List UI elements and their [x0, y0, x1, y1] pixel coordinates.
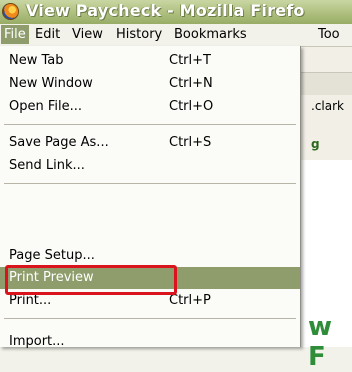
menu-item-new-window[interactable]: New Window Ctrl+N	[0, 73, 300, 95]
menu-separator	[4, 124, 296, 125]
address-fragment: .clark	[311, 99, 344, 113]
toolbar-fragment: g	[311, 137, 320, 151]
page-heading-fragment: w F	[308, 312, 333, 372]
file-menu-dropdown: New Tab Ctrl+T New Window Ctrl+N Open Fi…	[0, 46, 301, 349]
menu-history[interactable]: History	[116, 27, 162, 43]
menu-view[interactable]: View	[72, 27, 103, 43]
menu-separator	[4, 318, 296, 319]
menu-file[interactable]: File	[1, 25, 29, 44]
window-titlebar: View Paycheck - Mozilla Firefo	[0, 0, 352, 25]
menu-separator	[4, 183, 296, 184]
menu-bookmarks[interactable]: Bookmarks	[174, 27, 247, 43]
menu-tools[interactable]: Too	[318, 27, 340, 43]
menu-edit[interactable]: Edit	[35, 27, 60, 43]
menu-item-new-tab[interactable]: New Tab Ctrl+T	[0, 50, 300, 72]
menu-item-import[interactable]: Import...	[0, 331, 300, 353]
callout-highlight-box	[5, 265, 177, 295]
menu-item-page-setup[interactable]: Page Setup...	[0, 245, 300, 267]
firefox-icon	[2, 3, 19, 20]
menu-item-save-page-as[interactable]: Save Page As... Ctrl+S	[0, 132, 300, 154]
menu-bar: File Edit View History Bookmarks Too	[0, 24, 352, 47]
tab-strip	[296, 72, 352, 95]
window-title: View Paycheck - Mozilla Firefo	[26, 1, 305, 20]
menu-item-open-file[interactable]: Open File... Ctrl+O	[0, 96, 300, 118]
menu-item-send-link[interactable]: Send Link...	[0, 155, 300, 177]
